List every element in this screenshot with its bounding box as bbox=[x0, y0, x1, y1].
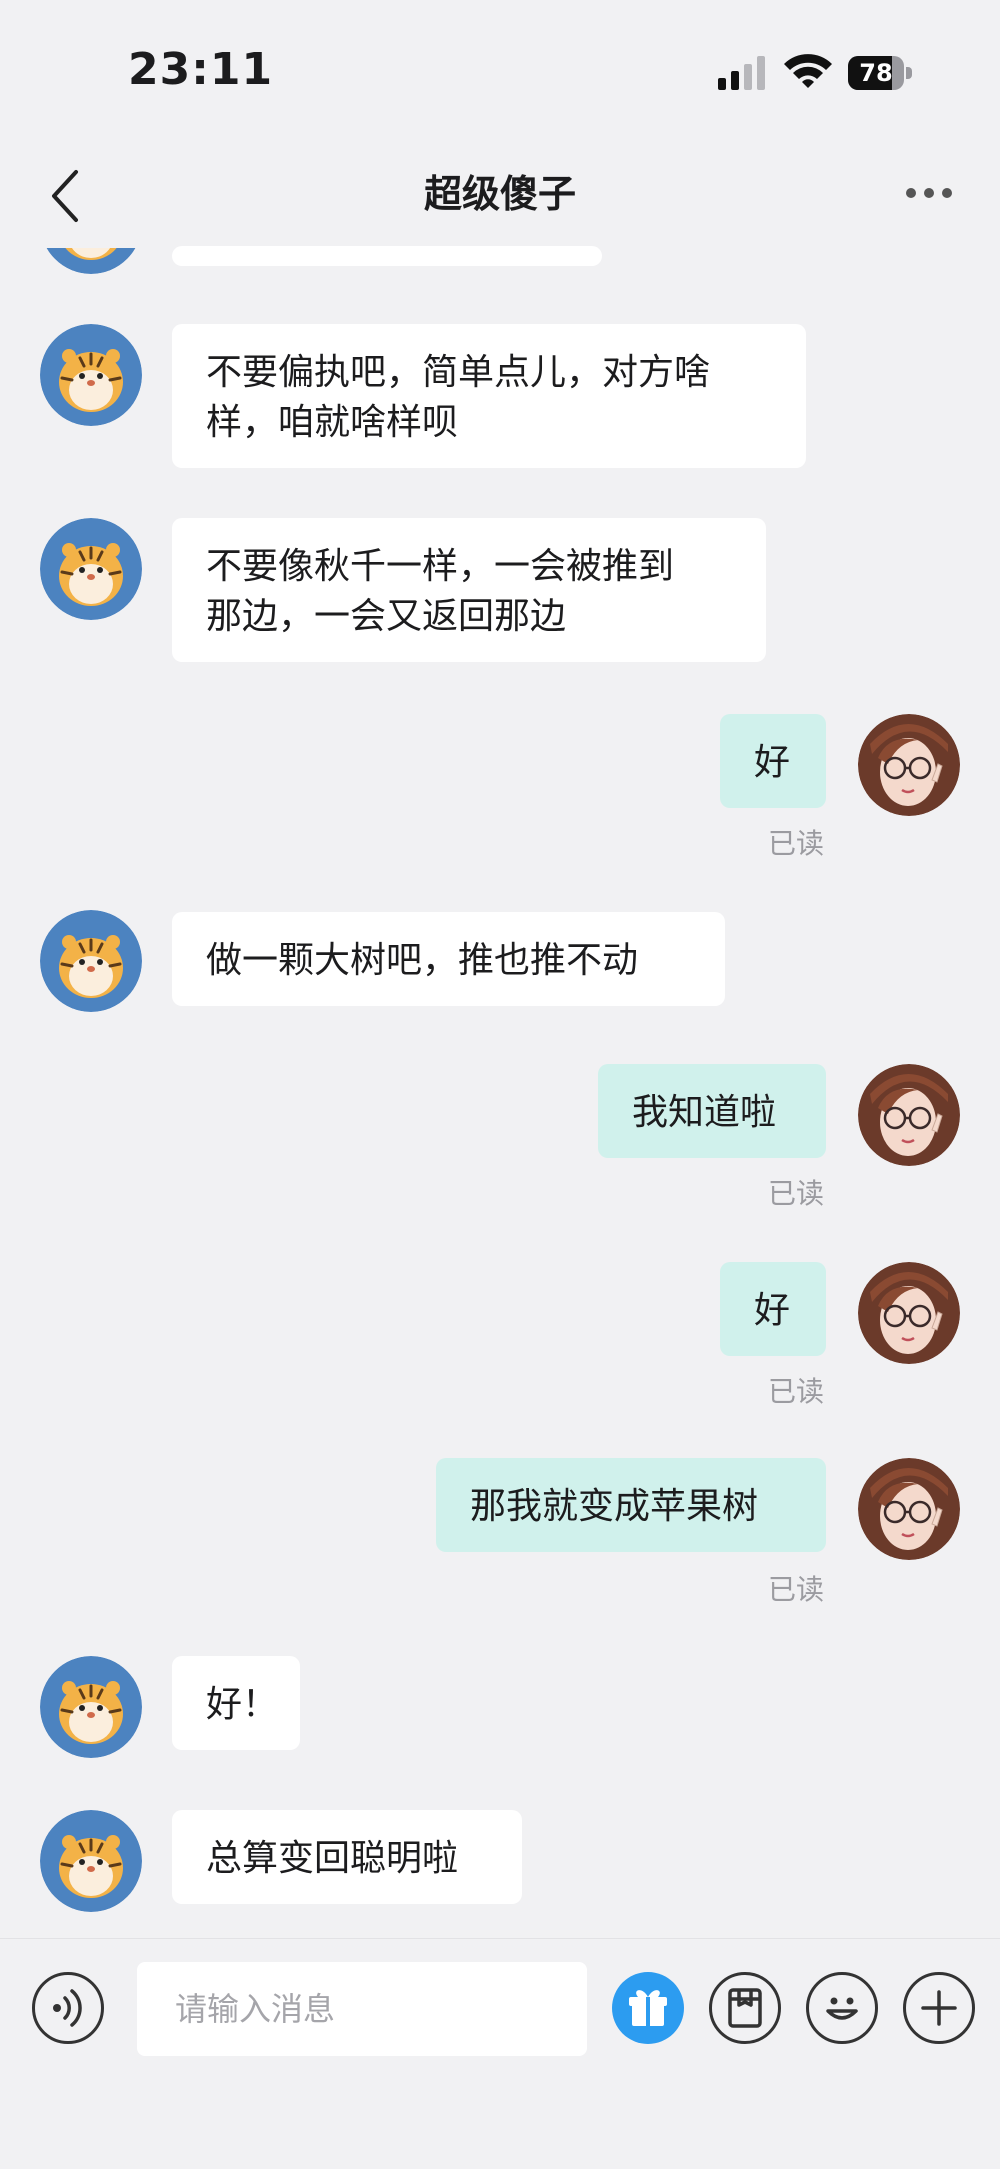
status-bar: 23:11 78 bbox=[0, 0, 1000, 150]
gift-button[interactable] bbox=[612, 1972, 684, 2044]
battery-icon: 78 bbox=[848, 56, 914, 90]
voice-icon bbox=[53, 1989, 82, 2027]
message-bubble-incoming: 好！ bbox=[172, 1656, 300, 1750]
wifi-icon bbox=[782, 50, 834, 90]
sticker-icon bbox=[728, 1988, 762, 2028]
message-bubble-incoming: 做一颗大树吧，推也推不动 bbox=[172, 912, 725, 1006]
message-bubble-incoming: 总算变回聪明啦 bbox=[172, 1810, 522, 1904]
message-bubble-outgoing: 那我就变成苹果树 bbox=[436, 1458, 826, 1552]
read-receipt: 已读 bbox=[768, 1177, 825, 1210]
chat-title: 超级傻子 bbox=[423, 172, 576, 216]
message-bubble-partial bbox=[172, 246, 602, 266]
read-receipt: 已读 bbox=[768, 1375, 825, 1408]
cellular-signal-icon bbox=[718, 56, 768, 90]
message-bubble-outgoing: 好 bbox=[720, 1262, 826, 1356]
battery-level-text: 78 bbox=[859, 59, 893, 87]
message-bubble-outgoing: 我知道啦 bbox=[598, 1064, 826, 1158]
more-options-icon[interactable] bbox=[904, 186, 954, 200]
status-time: 23:11 bbox=[128, 44, 274, 95]
voice-input-button[interactable] bbox=[32, 1972, 104, 2044]
message-bubble-incoming: 不要像秋千一样，一会被推到 那边，一会又返回那边 bbox=[172, 518, 766, 662]
user-avatar[interactable] bbox=[858, 1262, 960, 1364]
contact-avatar[interactable] bbox=[40, 910, 142, 1012]
contact-avatar[interactable] bbox=[40, 518, 142, 620]
contact-avatar[interactable] bbox=[40, 1656, 142, 1758]
gift-icon bbox=[629, 1990, 667, 2026]
sticker-button[interactable] bbox=[709, 1972, 781, 2044]
more-actions-button[interactable] bbox=[903, 1972, 975, 2044]
message-input[interactable] bbox=[137, 1962, 587, 2056]
emoji-icon bbox=[826, 1997, 858, 2020]
read-receipt: 已读 bbox=[768, 827, 825, 860]
message-bubble-incoming: 不要偏执吧，简单点儿，对方啥 样，咱就啥样呗 bbox=[172, 324, 806, 468]
user-avatar[interactable] bbox=[858, 1458, 960, 1560]
contact-avatar[interactable] bbox=[40, 1810, 142, 1912]
read-receipt: 已读 bbox=[768, 1573, 825, 1606]
contact-avatar[interactable] bbox=[40, 324, 142, 426]
user-avatar[interactable] bbox=[858, 1064, 960, 1166]
user-avatar[interactable] bbox=[858, 714, 960, 816]
emoji-button[interactable] bbox=[806, 1972, 878, 2044]
plus-icon bbox=[921, 1990, 957, 2026]
message-bubble-outgoing: 好 bbox=[720, 714, 826, 808]
